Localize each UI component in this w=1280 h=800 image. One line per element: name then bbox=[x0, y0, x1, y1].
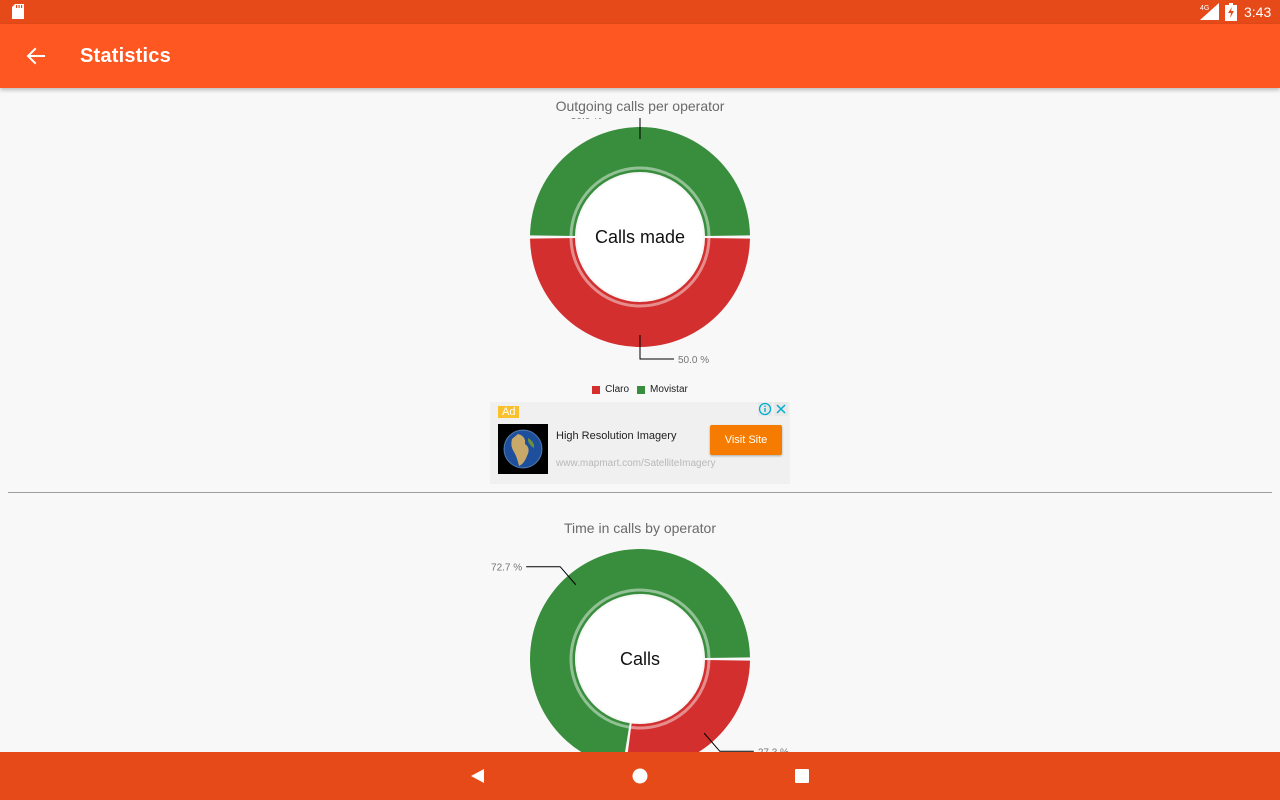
signal-icon: 4G bbox=[1200, 3, 1219, 20]
statistics-content[interactable]: Outgoing calls per operator 50.0 %50.0 %… bbox=[0, 88, 1280, 752]
value-label-movistar: 72.7 % bbox=[491, 563, 522, 574]
chart-title-time: Time in calls by operator bbox=[564, 520, 716, 536]
chart-legend: Claro Movistar bbox=[0, 384, 1280, 395]
clock: 3:43 bbox=[1244, 4, 1272, 20]
ad-headline[interactable]: High Resolution Imagery bbox=[556, 430, 676, 442]
close-icon[interactable] bbox=[774, 402, 788, 416]
ad-banner[interactable]: Ad High Resolution Imagery www.mapmart.c… bbox=[490, 402, 790, 484]
network-type-label: 4G bbox=[1200, 5, 1209, 12]
home-circle-icon[interactable] bbox=[630, 766, 650, 786]
back-triangle-icon[interactable] bbox=[468, 766, 488, 786]
legend-swatch-movistar bbox=[637, 385, 646, 394]
sd-card-icon bbox=[12, 4, 24, 19]
ad-url[interactable]: www.mapmart.com/SatelliteImagery bbox=[556, 458, 716, 469]
legend-label-claro: Claro bbox=[605, 384, 630, 395]
ad-earth-image[interactable] bbox=[498, 424, 548, 474]
status-bar: 4G 3:43 bbox=[0, 0, 1280, 24]
legend-swatch-claro bbox=[592, 385, 601, 394]
center-label: Calls made bbox=[595, 227, 685, 247]
battery-charging-icon bbox=[1225, 3, 1237, 21]
app-toolbar: Statistics bbox=[0, 24, 1280, 88]
value-label-claro: 50.0 % bbox=[678, 355, 709, 366]
ad-badge: Ad bbox=[498, 406, 520, 418]
outgoing-calls-donut-chart[interactable]: 50.0 % 50.0 % Calls made bbox=[440, 118, 840, 368]
value-label-movistar: 50.0 % bbox=[571, 118, 602, 122]
navigation-bar bbox=[0, 752, 1280, 800]
visit-site-button[interactable]: Visit Site bbox=[710, 425, 782, 455]
legend-label-movistar: Movistar bbox=[650, 384, 688, 395]
legend-item-claro: Claro bbox=[592, 384, 629, 395]
section-divider bbox=[8, 492, 1272, 493]
legend-item-movistar: Movistar bbox=[637, 384, 688, 395]
page-title: Statistics bbox=[80, 45, 171, 67]
time-in-calls-donut-chart[interactable]: 27.3 %72.7 %Calls bbox=[440, 540, 840, 752]
center-label: Calls bbox=[620, 649, 660, 669]
chart-title-outgoing: Outgoing calls per operator bbox=[555, 98, 725, 114]
arrow-left-icon[interactable] bbox=[20, 40, 52, 72]
info-icon[interactable] bbox=[758, 402, 772, 416]
recents-square-icon[interactable] bbox=[792, 766, 812, 786]
